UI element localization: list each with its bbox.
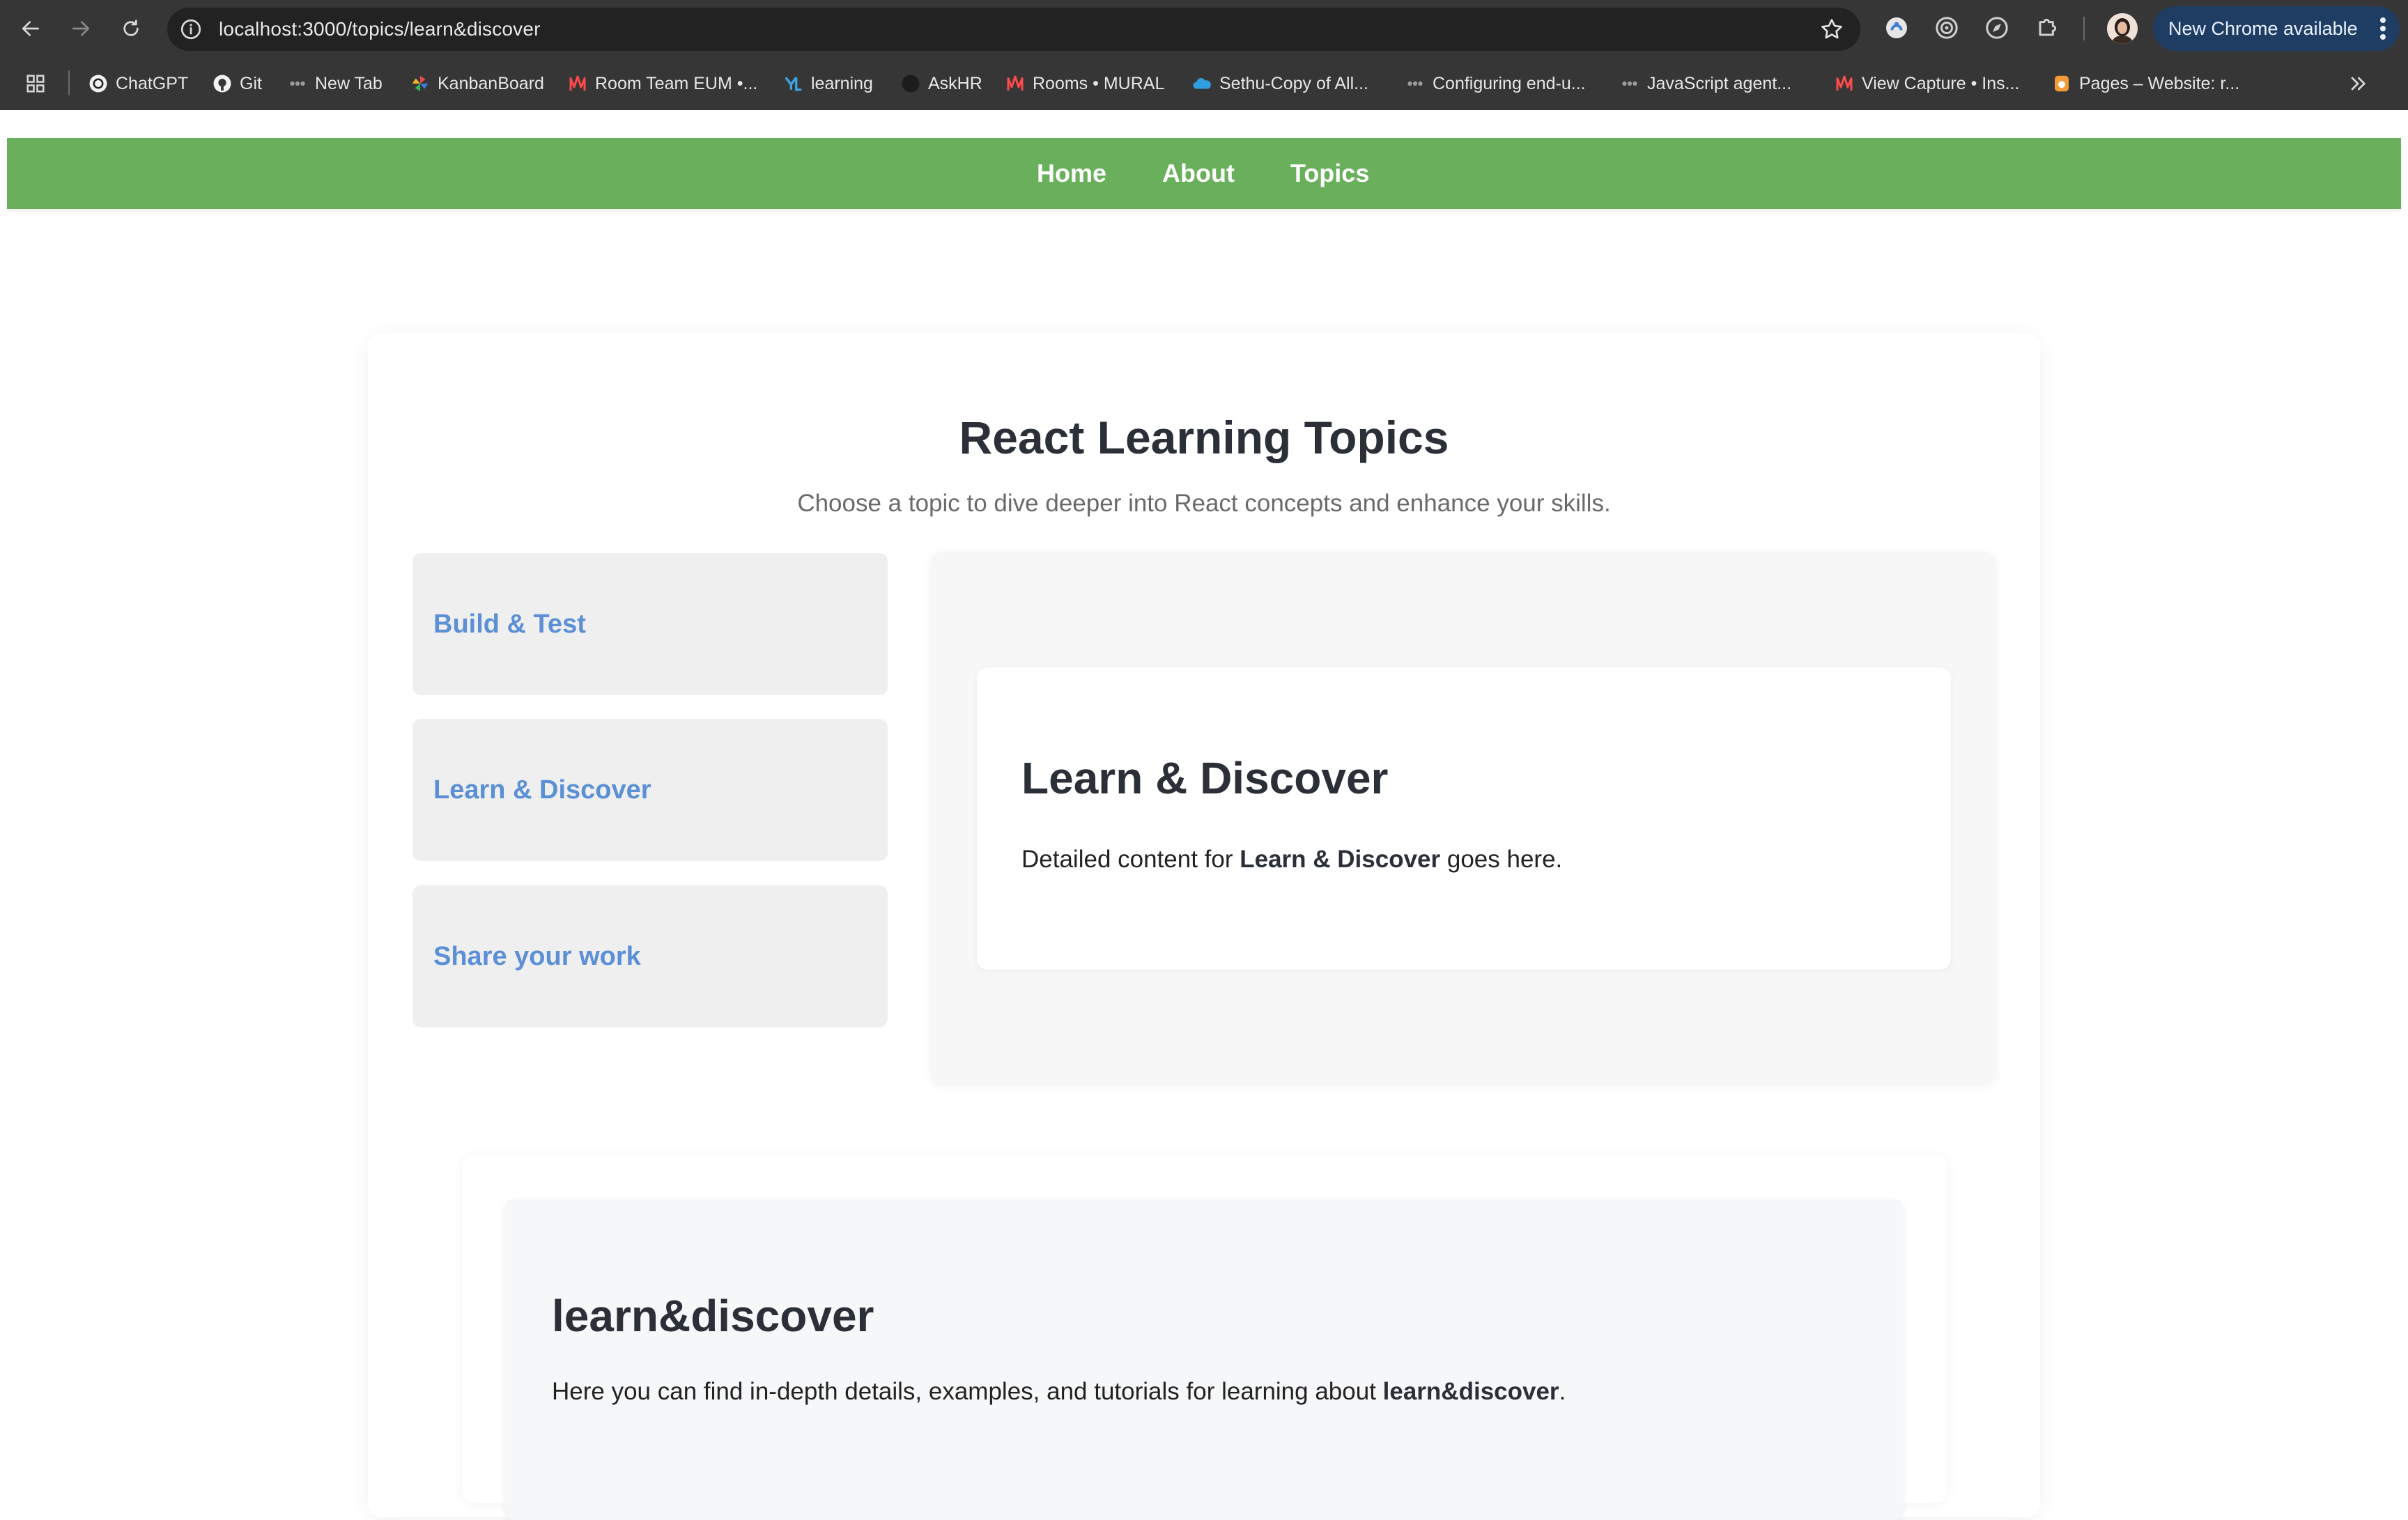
bookmark-label: Git [240, 73, 262, 93]
bookmark-learning[interactable]: learning [783, 67, 873, 100]
topic-label[interactable]: Build & Test [433, 553, 586, 695]
reload-button[interactable] [117, 15, 145, 42]
chatgpt-icon [88, 73, 109, 94]
nav-link-topics[interactable]: Topics [1290, 138, 1369, 209]
bookmark-room-team-eum[interactable]: Room Team EUM •... [567, 67, 757, 100]
chevron-double-right-icon[interactable] [2347, 72, 2369, 95]
mural-icon [567, 73, 588, 94]
bookmark-label: ChatGPT [116, 73, 189, 93]
topic-link-learn-discover[interactable]: Learn & Discover [412, 719, 888, 861]
bookmark-label: View Capture • Ins... [1862, 73, 2020, 93]
bookmark-star-icon[interactable] [1819, 16, 1845, 42]
nav-link-home[interactable]: Home [1037, 138, 1106, 209]
profile-photo-icon [2107, 13, 2138, 44]
profile-avatar[interactable] [2107, 13, 2138, 44]
bookmark-label: learning [811, 73, 873, 93]
update-label: New Chrome available [2168, 18, 2358, 39]
dots-icon [1619, 73, 1640, 94]
circle-icon [900, 73, 921, 94]
topic-page-title: learn&discover [552, 1291, 874, 1341]
browser-chrome: localhost:3000/topics/learn&discover New… [0, 0, 2408, 110]
detail-text-bold: Learn & Discover [1240, 846, 1441, 873]
bookmark-label: Pages – Website: r... [2079, 73, 2240, 93]
forward-button[interactable] [67, 15, 95, 42]
topic-page-text-suffix: . [1559, 1378, 1566, 1405]
topic-page-text: Here you can find in-depth details, exam… [552, 1378, 1566, 1406]
back-button[interactable] [17, 15, 45, 42]
topic-link-build-test[interactable]: Build & Test [412, 553, 888, 695]
bookmark-kanbanboard[interactable]: KanbanBoard [410, 67, 544, 100]
address-bar[interactable]: localhost:3000/topics/learn&discover [167, 8, 1860, 51]
bookmark-label: KanbanBoard [438, 73, 544, 93]
target-extension-icon[interactable] [1933, 14, 1961, 42]
bookmark-label: Sethu-Copy of All... [1219, 73, 1369, 93]
kebab-menu-icon [2380, 17, 2386, 40]
yellowpage-icon [783, 73, 804, 94]
topic-link-share-your-work[interactable]: Share your work [412, 885, 888, 1027]
bookmark-chatgpt[interactable]: ChatGPT [88, 67, 188, 100]
page-subtitle: Choose a topic to dive deeper into React… [797, 490, 1611, 517]
pinwheel-icon [410, 73, 431, 94]
bookmark-pages-website[interactable]: Pages – Website: r... [2051, 67, 2239, 100]
dots-icon [1405, 73, 1426, 94]
bookmark-label: Rooms • MURAL [1033, 73, 1165, 93]
github-icon [212, 73, 233, 94]
topic-detail-card [977, 667, 1951, 970]
bookmark-label: New Tab [315, 73, 383, 93]
site-info-icon[interactable] [178, 17, 203, 42]
bookmark-label: Configuring end-u... [1433, 73, 1586, 93]
toolbar-divider [2083, 17, 2085, 40]
page-title: React Learning Topics [959, 412, 1449, 463]
bookmark-label: JavaScript agent... [1647, 73, 1792, 93]
topic-detail-text: Detailed content for Learn & Discover go… [1021, 846, 1562, 874]
badge-icon [2051, 73, 2072, 94]
dots-icon [287, 73, 308, 94]
topic-page-text-prefix: Here you can find in-depth details, exam… [552, 1378, 1383, 1405]
reload-icon [123, 20, 139, 36]
bookmark-label: Room Team EUM •... [595, 73, 758, 93]
bookmark-new-tab[interactable]: New Tab [287, 67, 383, 100]
topic-page-text-bold: learn&discover [1382, 1378, 1559, 1405]
browser-toolbar: localhost:3000/topics/learn&discover New… [0, 0, 2408, 57]
apps-grid-icon[interactable] [25, 73, 46, 94]
url-text[interactable]: localhost:3000/topics/learn&discover [219, 8, 541, 51]
bookmark-javascript-agent[interactable]: JavaScript agent... [1619, 67, 1791, 100]
nav-link-about[interactable]: About [1162, 138, 1235, 209]
arrow-left-icon [22, 21, 39, 36]
mural-icon [1005, 73, 1026, 94]
password-manager-icon[interactable] [1883, 14, 1911, 42]
detail-text-prefix: Detailed content for [1021, 846, 1240, 873]
topic-page-card [504, 1200, 1904, 1520]
cloud-icon [1191, 73, 1212, 94]
bookmark-sethu-copy[interactable]: Sethu-Copy of All... [1191, 67, 1368, 100]
bookmark-configuring-end-u[interactable]: Configuring end-u... [1405, 67, 1586, 100]
topic-detail-title: Learn & Discover [1021, 753, 1389, 803]
bookmark-view-capture[interactable]: View Capture • Ins... [1834, 67, 2019, 100]
bookmarks-divider [68, 70, 70, 95]
bookmark-label: AskHR [928, 73, 982, 93]
site-navbar: Home About Topics [7, 138, 2401, 209]
bookmark-git[interactable]: Git [212, 67, 262, 100]
topic-label[interactable]: Share your work [433, 885, 641, 1027]
chrome-update-button[interactable]: New Chrome available [2153, 6, 2400, 51]
bookmark-rooms-mural[interactable]: Rooms • MURAL [1005, 67, 1164, 100]
mural-icon [1834, 73, 1855, 94]
arrow-right-icon [72, 21, 89, 36]
detail-text-suffix: goes here. [1440, 846, 1563, 873]
compass-extension-icon[interactable] [1983, 14, 2011, 42]
extensions-puzzle-icon[interactable] [2033, 14, 2061, 42]
topic-label[interactable]: Learn & Discover [433, 719, 651, 861]
bookmark-askhr[interactable]: AskHR [900, 67, 982, 100]
